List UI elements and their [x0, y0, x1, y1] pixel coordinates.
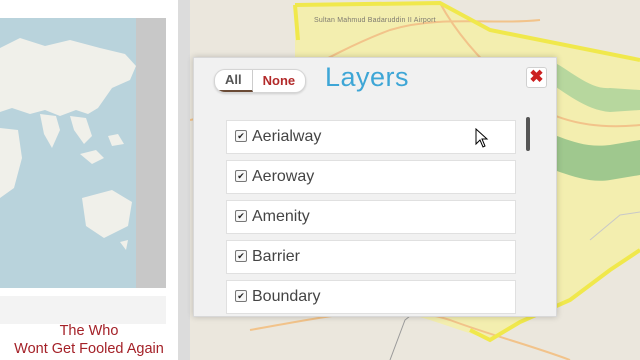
video-caption[interactable]: The Who Wont Get Fooled Again	[0, 322, 178, 358]
caption-line-2: Wont Get Fooled Again	[14, 341, 164, 357]
panel-gutter	[178, 0, 190, 360]
world-map-thumbnail[interactable]	[0, 18, 166, 288]
select-toggle-group: All None	[214, 69, 307, 93]
checkbox-icon[interactable]: ✔	[235, 290, 247, 302]
checkbox-icon[interactable]: ✔	[235, 210, 247, 222]
layer-label: Aerialway	[252, 128, 322, 145]
divider	[0, 296, 166, 324]
layer-item-barrier[interactable]: ✔ Barrier	[226, 240, 516, 274]
layer-item-boundary[interactable]: ✔ Boundary	[226, 280, 516, 314]
layer-item-amenity[interactable]: ✔ Amenity	[226, 200, 516, 234]
airport-label: Sultan Mahmud Badaruddin II Airport	[314, 17, 436, 24]
select-all-button[interactable]: All	[215, 70, 253, 92]
dialog-title: Layers	[325, 62, 410, 92]
left-panel: The Who Wont Get Fooled Again	[0, 0, 178, 360]
mouse-pointer-icon	[475, 128, 489, 148]
map-scrollbar[interactable]	[136, 18, 166, 288]
checkbox-icon[interactable]: ✔	[235, 170, 247, 182]
layer-list: ✔ Aerialway ✔ Aeroway ✔ Amenity ✔ Barrie…	[226, 120, 516, 320]
layers-dialog: All None Layers ✖ ✔ Aerialway ✔ Aeroway …	[193, 57, 557, 317]
layer-label: Amenity	[252, 208, 310, 225]
layer-list-scrollbar[interactable]	[526, 117, 530, 151]
caption-line-1: The Who	[59, 323, 119, 339]
layer-item-aerialway[interactable]: ✔ Aerialway	[226, 120, 516, 154]
select-none-button[interactable]: None	[253, 70, 305, 92]
layer-label: Barrier	[252, 248, 301, 265]
layer-item-aeroway[interactable]: ✔ Aeroway	[226, 160, 516, 194]
close-icon[interactable]: ✖	[526, 67, 547, 88]
layer-label: Boundary	[252, 288, 321, 305]
checkbox-icon[interactable]: ✔	[235, 130, 247, 142]
checkbox-icon[interactable]: ✔	[235, 250, 247, 262]
layer-label: Aeroway	[252, 168, 315, 185]
